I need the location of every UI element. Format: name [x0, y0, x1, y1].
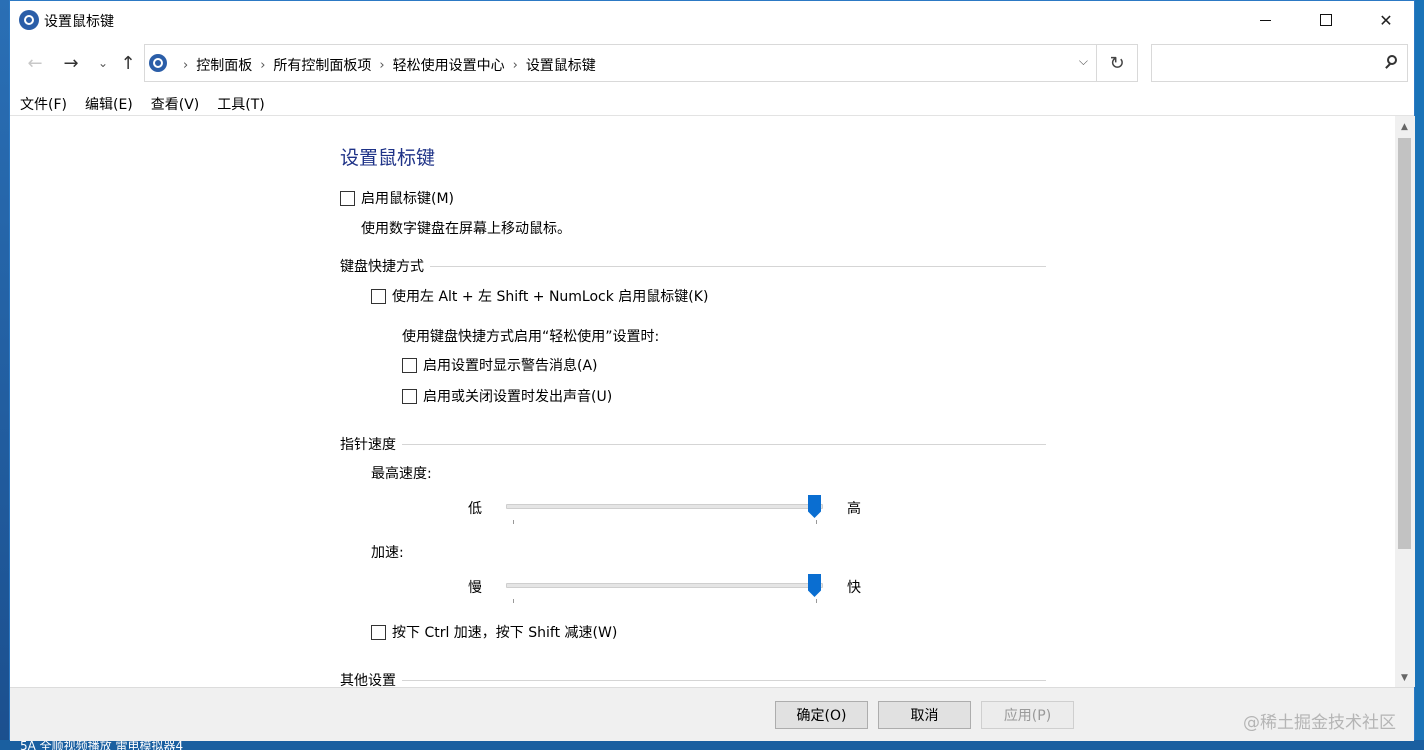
- slider-tick: [513, 599, 514, 603]
- acceleration-label: 加速:: [371, 545, 404, 561]
- minimize-button[interactable]: [1236, 1, 1294, 39]
- ctrl-shift-label: 按下 Ctrl 加速，按下 Shift 减速(W): [392, 625, 618, 641]
- acceleration-slow-label: 慢: [468, 580, 482, 596]
- maximize-icon: [1320, 14, 1332, 26]
- apply-button[interactable]: 应用(P): [981, 701, 1074, 729]
- make-sound-label: 启用或关闭设置时发出声音(U): [423, 389, 613, 405]
- back-button[interactable]: ←: [22, 49, 48, 77]
- group-label: 其他设置: [340, 673, 396, 687]
- chevron-right-icon: ›: [183, 57, 189, 73]
- maximize-button[interactable]: [1297, 1, 1355, 39]
- slider-tick: [816, 599, 817, 603]
- top-speed-high-label: 高: [847, 501, 861, 517]
- shortcut-enable-checkbox[interactable]: [371, 288, 386, 304]
- chevron-right-icon[interactable]: ›: [260, 58, 265, 73]
- page-title: 设置鼠标键: [340, 147, 436, 169]
- enable-description: 使用数字键盘在屏幕上移动鼠标。: [361, 221, 571, 237]
- menu-edit[interactable]: 编辑(E): [75, 91, 141, 115]
- breadcrumb-control-panel[interactable]: 控制面板: [196, 55, 252, 75]
- window-title: 设置鼠标键: [44, 14, 114, 30]
- address-dropdown-icon[interactable]: ⌵: [1079, 54, 1088, 69]
- acceleration-slider-thumb[interactable]: [808, 574, 821, 597]
- title-bar[interactable]: 设置鼠标键 ✕: [10, 1, 1414, 39]
- vertical-scrollbar[interactable]: ▲ ▼: [1395, 116, 1415, 687]
- close-icon: ✕: [1379, 10, 1393, 30]
- search-icon: [1387, 55, 1397, 65]
- chevron-right-icon[interactable]: ›: [379, 58, 384, 73]
- taskbar-strip: 5A 全顺视频播放 雷电模拟器4: [0, 740, 1424, 750]
- group-keyboard-shortcut: 键盘快捷方式: [340, 256, 1046, 276]
- refresh-button[interactable]: ↻: [1097, 44, 1138, 82]
- scroll-down-icon[interactable]: ▼: [1401, 673, 1408, 683]
- ok-button[interactable]: 确定(O): [775, 701, 868, 729]
- show-warning-checkbox[interactable]: [402, 357, 417, 373]
- shortcut-description: 使用键盘快捷方式启用“轻松使用”设置时:: [402, 329, 660, 345]
- recent-locations-button[interactable]: ⌄: [90, 49, 116, 77]
- breadcrumb: › 控制面板 › 所有控制面板项 › 轻松使用设置中心 › 设置鼠标键: [175, 55, 596, 75]
- control-panel-window: 设置鼠标键 ✕ ← → ⌄ ↑ › 控制面板 › 所有控制面板项 › 轻松使用设…: [9, 0, 1415, 741]
- cancel-button[interactable]: 取消: [878, 701, 971, 729]
- search-input[interactable]: [1151, 44, 1408, 82]
- acceleration-slider[interactable]: [506, 583, 823, 588]
- chevron-right-icon[interactable]: ›: [513, 58, 518, 73]
- shortcut-enable-label: 使用左 Alt + 左 Shift + NumLock 启用鼠标键(K): [392, 289, 709, 305]
- group-pointer-speed: 指针速度: [340, 434, 1046, 454]
- desktop-background: [0, 0, 9, 750]
- divider: [430, 265, 1046, 267]
- minimize-icon: [1259, 19, 1271, 21]
- breadcrumb-all-items[interactable]: 所有控制面板项: [273, 55, 371, 75]
- menu-file[interactable]: 文件(F): [10, 91, 75, 115]
- divider: [402, 443, 1046, 445]
- dialog-footer: 确定(O) 取消 应用(P) @稀土掘金技术社区: [10, 687, 1414, 741]
- show-warning-option[interactable]: 启用设置时显示警告消息(A): [402, 355, 598, 375]
- menu-view[interactable]: 查看(V): [141, 91, 208, 115]
- forward-button[interactable]: →: [58, 49, 84, 77]
- enable-mousekeys-checkbox[interactable]: [340, 190, 355, 206]
- divider: [402, 679, 1046, 681]
- enable-mousekeys-label: 启用鼠标键(M): [361, 191, 455, 207]
- top-speed-label: 最高速度:: [371, 466, 432, 482]
- watermark: @稀土掘金技术社区: [1243, 713, 1396, 733]
- control-panel-icon: [149, 54, 167, 72]
- close-button[interactable]: ✕: [1357, 1, 1415, 39]
- slider-tick: [513, 520, 514, 524]
- group-label: 指针速度: [340, 437, 396, 453]
- make-sound-option[interactable]: 启用或关闭设置时发出声音(U): [402, 386, 612, 406]
- ctrl-shift-checkbox[interactable]: [371, 624, 386, 640]
- control-panel-icon: [19, 10, 39, 30]
- content-pane: 设置鼠标键 启用鼠标键(M) 使用数字键盘在屏幕上移动鼠标。 键盘快捷方式 使用…: [10, 116, 1395, 687]
- group-other-settings: 其他设置: [340, 670, 1046, 687]
- group-label: 键盘快捷方式: [340, 259, 424, 275]
- breadcrumb-ease-of-access[interactable]: 轻松使用设置中心: [393, 55, 505, 75]
- show-warning-label: 启用设置时显示警告消息(A): [423, 358, 598, 374]
- ctrl-shift-option[interactable]: 按下 Ctrl 加速，按下 Shift 减速(W): [371, 622, 617, 642]
- enable-mousekeys-option[interactable]: 启用鼠标键(M): [340, 188, 454, 208]
- make-sound-checkbox[interactable]: [402, 388, 417, 404]
- taskbar-text: 5A 全顺视频播放 雷电模拟器4: [20, 740, 184, 750]
- breadcrumb-current[interactable]: 设置鼠标键: [526, 55, 596, 75]
- scrollbar-thumb[interactable]: [1398, 138, 1411, 549]
- top-speed-low-label: 低: [468, 501, 482, 517]
- shortcut-enable-option[interactable]: 使用左 Alt + 左 Shift + NumLock 启用鼠标键(K): [371, 286, 708, 306]
- acceleration-fast-label: 快: [847, 580, 861, 596]
- top-speed-slider-thumb[interactable]: [808, 495, 821, 518]
- address-bar[interactable]: › 控制面板 › 所有控制面板项 › 轻松使用设置中心 › 设置鼠标键 ⌵: [144, 44, 1097, 82]
- menu-tools[interactable]: 工具(T): [207, 91, 272, 115]
- menu-bar: 文件(F) 编辑(E) 查看(V) 工具(T): [10, 91, 273, 115]
- top-speed-slider[interactable]: [506, 504, 823, 509]
- scroll-up-icon[interactable]: ▲: [1401, 122, 1408, 132]
- up-button[interactable]: ↑: [115, 49, 141, 77]
- slider-tick: [816, 520, 817, 524]
